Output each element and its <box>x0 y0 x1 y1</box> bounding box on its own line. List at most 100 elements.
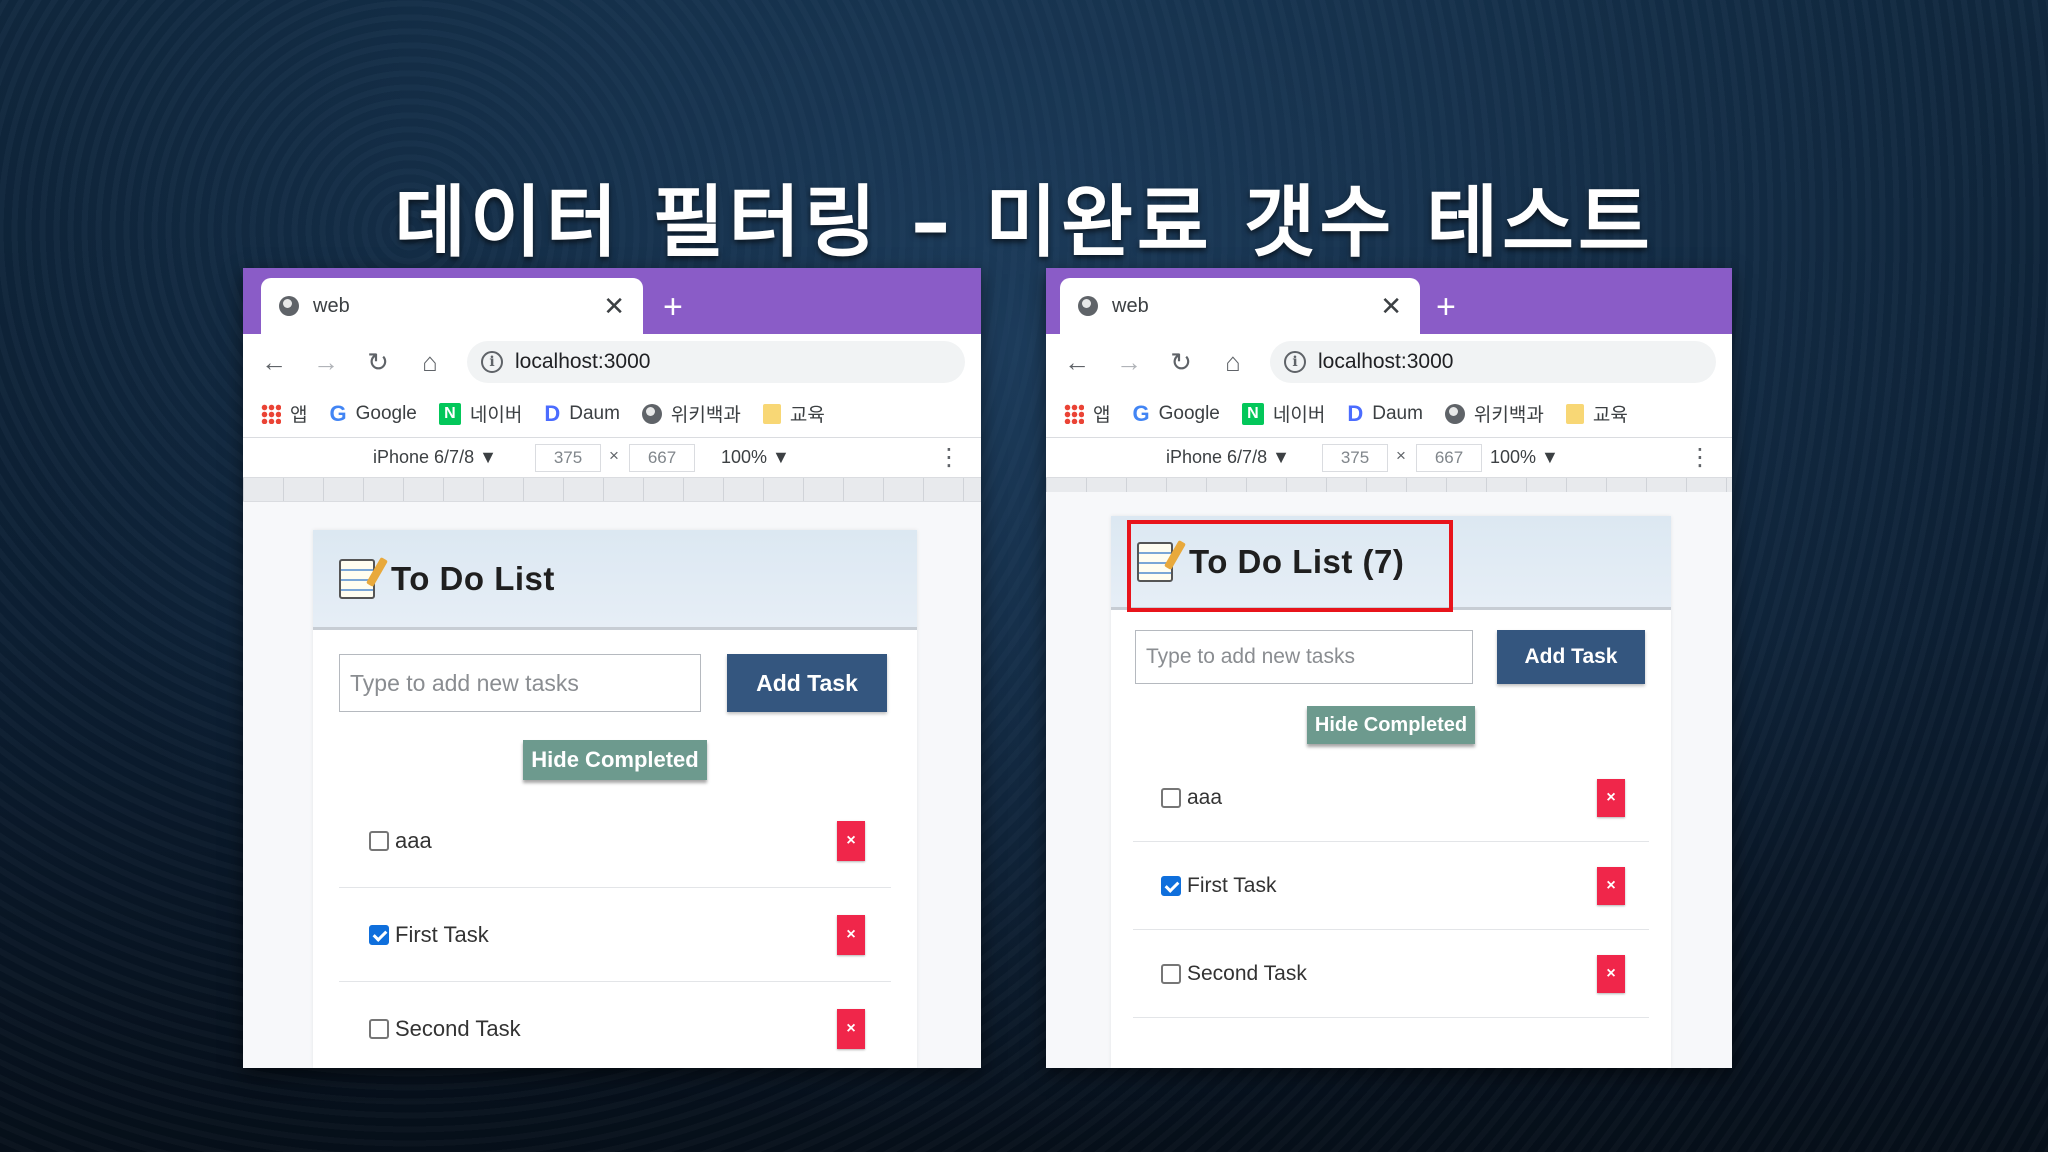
add-task-button[interactable]: Add Task <box>727 654 887 712</box>
bookmark-education[interactable]: 교육 <box>1565 400 1628 427</box>
task-input[interactable] <box>1135 630 1473 684</box>
bookmark-google[interactable]: G Google <box>1132 401 1219 427</box>
zoom-select[interactable]: 100% ▼ <box>1490 447 1559 468</box>
bookmark-label: 앱 <box>290 405 308 426</box>
browser-toolbar: ← → ↻ ⌂ i localhost:3000 <box>1046 334 1732 390</box>
task-label: aaa <box>1187 785 1223 809</box>
task-checkbox[interactable] <box>369 830 389 851</box>
task-checkbox[interactable] <box>1161 963 1181 984</box>
add-task-button[interactable]: Add Task <box>1497 630 1645 684</box>
delete-button[interactable]: × <box>1597 954 1625 993</box>
todo-app: To Do List Add Task Hide Completed aaa ×… <box>313 530 917 1068</box>
tab-close-icon[interactable]: ✕ <box>1380 293 1402 319</box>
delete-button[interactable]: × <box>837 914 865 955</box>
globe-icon <box>1078 296 1098 316</box>
back-arrow-icon[interactable]: ← <box>259 347 289 377</box>
bookmark-wikipedia[interactable]: 위키백과 <box>1444 400 1544 427</box>
bookmark-label: 앱 <box>1093 405 1111 426</box>
address-bar[interactable]: i localhost:3000 <box>1270 341 1716 383</box>
bookmarks-bar: 앱 G Google N 네이버 D Daum 위키백과 교육 <box>1046 390 1732 438</box>
back-arrow-icon[interactable]: ← <box>1062 347 1092 377</box>
bookmark-label: Daum <box>569 402 620 424</box>
task-checkbox[interactable] <box>1161 787 1181 808</box>
reload-icon[interactable]: ↻ <box>1166 347 1196 377</box>
kebab-menu-icon[interactable]: ⋮ <box>937 438 961 478</box>
bookmark-naver[interactable]: N 네이버 <box>438 400 523 427</box>
bookmark-label: 네이버 <box>469 405 523 426</box>
delete-button[interactable]: × <box>837 820 865 861</box>
width-field[interactable]: 375 <box>1322 444 1388 472</box>
url-text: localhost:3000 <box>515 350 651 373</box>
task-checkbox[interactable] <box>369 924 389 945</box>
app-header: To Do List <box>313 530 917 630</box>
folder-icon <box>762 403 781 424</box>
task-list: aaa × First Task × Second Task × <box>339 794 891 1068</box>
device-toolbar: iPhone 6/7/8 ▼ 375 × 667 100% ▼ ⋮ <box>243 438 981 478</box>
task-input[interactable] <box>339 654 701 712</box>
tab-title: web <box>1112 294 1149 317</box>
bookmark-apps[interactable]: 앱 <box>1064 400 1110 427</box>
bookmark-wikipedia[interactable]: 위키백과 <box>641 400 741 427</box>
apps-grid-icon <box>1064 403 1084 424</box>
delete-button[interactable]: × <box>1597 778 1625 817</box>
dimension-separator: × <box>1396 446 1406 465</box>
google-icon: G <box>1132 400 1150 426</box>
task-checkbox[interactable] <box>1161 875 1181 896</box>
daum-icon: D <box>544 400 561 426</box>
bookmarks-bar: 앱 G Google N 네이버 D Daum 위키백과 교육 <box>243 390 981 438</box>
tab-close-icon[interactable]: ✕ <box>603 293 625 319</box>
memo-icon <box>339 558 375 599</box>
list-item: First Task × <box>339 888 891 982</box>
device-select[interactable]: iPhone 6/7/8 ▼ <box>1166 447 1290 468</box>
bookmark-education[interactable]: 교육 <box>762 400 825 427</box>
url-text: localhost:3000 <box>1318 350 1454 373</box>
delete-button[interactable]: × <box>1597 866 1625 905</box>
home-icon[interactable]: ⌂ <box>415 347 445 377</box>
bookmark-daum[interactable]: D Daum <box>544 401 620 427</box>
browser-tab[interactable]: web ✕ <box>261 278 643 334</box>
hide-completed-button[interactable]: Hide Completed <box>1306 706 1476 744</box>
task-label: First Task <box>395 921 489 947</box>
info-icon[interactable]: i <box>1284 351 1306 373</box>
highlight-box <box>1127 520 1453 612</box>
new-tab-button[interactable]: + <box>1436 282 1456 332</box>
bookmark-naver[interactable]: N 네이버 <box>1241 400 1325 427</box>
kebab-menu-icon[interactable]: ⋮ <box>1688 438 1712 478</box>
device-ruler <box>243 478 981 502</box>
apps-grid-icon <box>261 403 281 424</box>
zoom-select[interactable]: 100% ▼ <box>721 447 790 468</box>
globe-icon <box>279 296 299 316</box>
delete-button[interactable]: × <box>837 1008 865 1049</box>
globe-icon <box>1444 403 1465 424</box>
bookmark-daum[interactable]: D Daum <box>1347 401 1423 427</box>
height-field[interactable]: 667 <box>629 444 695 472</box>
bookmark-apps[interactable]: 앱 <box>261 400 307 427</box>
address-bar[interactable]: i localhost:3000 <box>467 341 965 383</box>
hide-completed-button[interactable]: Hide Completed <box>523 740 707 780</box>
bookmark-label: Google <box>355 402 417 424</box>
home-icon[interactable]: ⌂ <box>1218 347 1248 377</box>
device-select[interactable]: iPhone 6/7/8 ▼ <box>373 447 497 468</box>
tab-strip: web ✕ + <box>1046 268 1732 334</box>
page-viewport: To Do List Add Task Hide Completed aaa ×… <box>243 502 981 1068</box>
info-icon[interactable]: i <box>481 351 503 373</box>
height-field[interactable]: 667 <box>1416 444 1482 472</box>
new-tab-button[interactable]: + <box>663 282 683 332</box>
task-list: aaa × First Task × Second Task × <box>1133 754 1649 1018</box>
browser-tab[interactable]: web ✕ <box>1060 278 1420 334</box>
hide-row: Hide Completed <box>313 740 917 780</box>
forward-arrow-icon[interactable]: → <box>1114 347 1144 377</box>
width-field[interactable]: 375 <box>535 444 601 472</box>
bookmark-google[interactable]: G Google <box>329 401 416 427</box>
task-checkbox[interactable] <box>369 1018 389 1039</box>
bookmark-label: 교육 <box>1592 405 1628 426</box>
browser-window-left: web ✕ + ← → ↻ ⌂ i localhost:3000 앱 G Goog… <box>243 268 981 1068</box>
forward-arrow-icon[interactable]: → <box>311 347 341 377</box>
task-label: Second Task <box>395 1015 521 1041</box>
tab-title: web <box>313 294 350 317</box>
naver-icon: N <box>438 402 461 425</box>
naver-icon: N <box>1241 402 1264 425</box>
list-item: Second Task × <box>339 982 891 1068</box>
reload-icon[interactable]: ↻ <box>363 347 393 377</box>
app-title: To Do List <box>391 559 555 597</box>
